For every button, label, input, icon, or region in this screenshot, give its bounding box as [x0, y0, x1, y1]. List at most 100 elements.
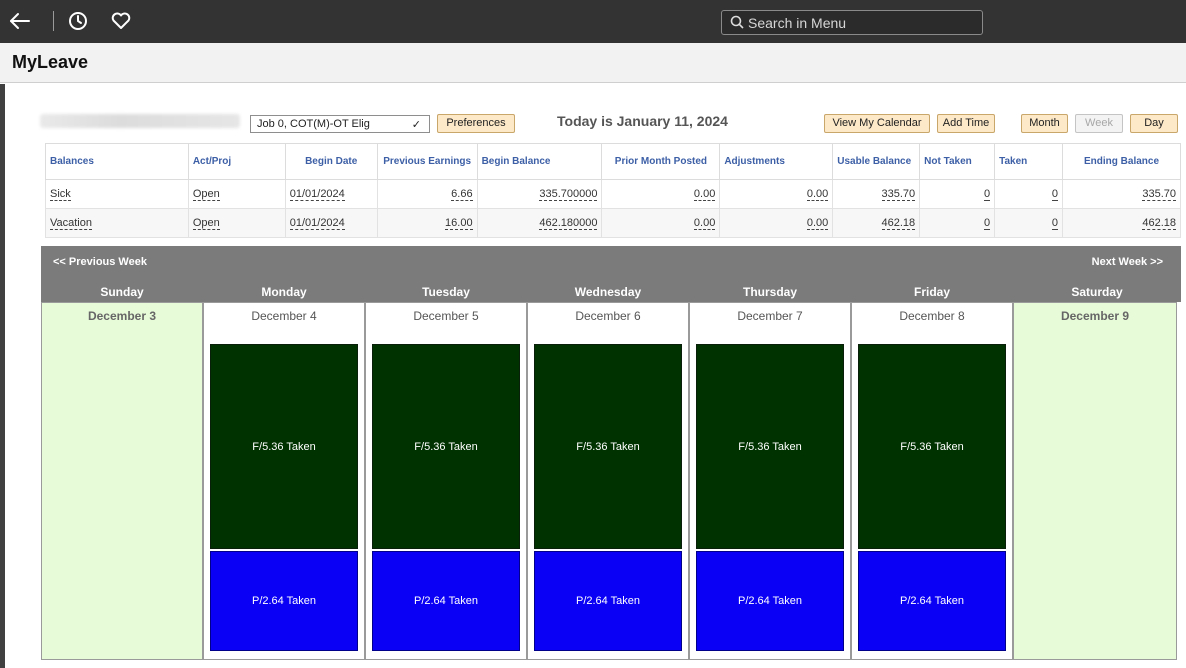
partial-leave-block[interactable]: P/2.64 Taken [534, 551, 682, 651]
month-view-button[interactable]: Month [1021, 114, 1068, 133]
day-name-tuesday: Tuesday [422, 285, 470, 299]
col-header: Not Taken [919, 143, 996, 180]
redacted-employee-name [40, 114, 240, 128]
col-header: Act/Proj [187, 143, 286, 180]
toolbar-divider [53, 11, 54, 31]
day-cell-saturday[interactable]: December 9 [1013, 302, 1177, 660]
previous-week-link[interactable]: << Previous Week [53, 256, 147, 268]
calendar-header: << Previous Week Next Week >> Sunday Mon… [41, 246, 1181, 302]
day-cell-thursday[interactable]: December 7 F/5.36 Taken P/2.64 Taken [689, 302, 851, 660]
prior-month-posted-link[interactable]: 0.00 [693, 217, 716, 230]
day-cell-friday[interactable]: December 8 F/5.36 Taken P/2.64 Taken [851, 302, 1013, 660]
leave-block-label: F/5.36 Taken [252, 440, 316, 453]
day-name-thursday: Thursday [742, 285, 797, 299]
day-cell-wednesday[interactable]: December 6 F/5.36 Taken P/2.64 Taken [527, 302, 689, 660]
day-name-wednesday: Wednesday [574, 285, 642, 299]
top-navigation-bar [0, 0, 1186, 43]
previous-earnings-link[interactable]: 16.00 [445, 217, 473, 230]
partial-leave-block[interactable]: P/2.64 Taken [210, 551, 358, 651]
ending-balance-link[interactable]: 462.18 [1142, 217, 1176, 230]
ending-balance-link[interactable]: 335.70 [1142, 188, 1176, 201]
day-date: December 4 [251, 309, 317, 323]
prior-month-posted-link[interactable]: 0.00 [693, 188, 716, 201]
leave-block-label: P/2.64 Taken [575, 595, 640, 607]
job-select[interactable]: Job 0, COT(M)-OT Elig ✓ [250, 115, 430, 133]
leave-block-label: P/2.64 Taken [737, 595, 802, 607]
next-week-link[interactable]: Next Week >> [1092, 256, 1163, 268]
act-proj-link[interactable]: Open [192, 188, 220, 201]
search-icon [730, 15, 744, 29]
week-view-button: Week [1075, 114, 1123, 133]
view-my-calendar-button[interactable]: View My Calendar [824, 114, 930, 133]
day-date: December 3 [87, 309, 157, 323]
search-box[interactable] [721, 10, 983, 35]
col-header: Balances [45, 143, 189, 180]
main-content: Job 0, COT(M)-OT Elig ✓ Preferences Toda… [0, 84, 1186, 668]
leave-balances-table: Balances Act/Proj Begin Date Previous Ea… [45, 143, 1181, 238]
begin-date-link[interactable]: 01/01/2024 [289, 188, 345, 201]
col-header: Begin Balance [476, 143, 603, 180]
previous-earnings-link[interactable]: 6.66 [451, 188, 473, 201]
leave-block-label: P/2.64 Taken [413, 595, 478, 607]
day-name-saturday: Saturday [1071, 285, 1123, 299]
leave-block-label: F/5.36 Taken [900, 440, 964, 453]
weekly-calendar: << Previous Week Next Week >> Sunday Mon… [41, 246, 1181, 664]
leave-block-label: F/5.36 Taken [414, 440, 478, 453]
taken-link[interactable]: 0 [1051, 188, 1059, 201]
full-day-leave-block[interactable]: F/5.36 Taken [372, 344, 520, 549]
page-title: MyLeave [12, 52, 89, 72]
col-header: Taken [994, 143, 1064, 180]
day-name-monday: Monday [261, 285, 307, 299]
adjustments-link[interactable]: 0.00 [806, 217, 829, 230]
balances-header-row: Balances Act/Proj Begin Date Previous Ea… [45, 143, 1181, 180]
act-proj-link[interactable]: Open [192, 217, 220, 230]
leave-block-label: F/5.36 Taken [738, 440, 802, 453]
partial-leave-block[interactable]: P/2.64 Taken [372, 551, 520, 651]
begin-balance-link[interactable]: 335.700000 [539, 188, 598, 201]
full-day-leave-block[interactable]: F/5.36 Taken [534, 344, 682, 549]
job-select-value: Job 0, COT(M)-OT Elig [257, 118, 370, 130]
table-row: Sick Open 01/01/2024 6.66 335.700000 0.0… [45, 179, 1181, 209]
day-view-button[interactable]: Day [1130, 114, 1178, 133]
full-day-leave-block[interactable]: F/5.36 Taken [210, 344, 358, 549]
dropdown-chevron-icon: ✓ [411, 119, 421, 131]
leave-block-label: P/2.64 Taken [251, 595, 316, 607]
usable-balance-link[interactable]: 335.70 [881, 188, 916, 201]
not-taken-link[interactable]: 0 [983, 188, 991, 201]
day-date: December 9 [1060, 309, 1130, 323]
not-taken-link[interactable]: 0 [983, 217, 991, 230]
taken-link[interactable]: 0 [1051, 217, 1059, 230]
page-title-bar: MyLeave [0, 43, 1186, 83]
partial-leave-block[interactable]: P/2.64 Taken [696, 551, 844, 651]
preferences-button[interactable]: Preferences [437, 114, 515, 133]
col-header: Adjustments [719, 143, 834, 180]
add-time-button[interactable]: Add Time [937, 114, 995, 133]
full-day-leave-block[interactable]: F/5.36 Taken [696, 344, 844, 549]
leave-block-label: F/5.36 Taken [576, 440, 640, 453]
col-header: Begin Date [284, 143, 378, 180]
favorites-heart-icon[interactable] [109, 9, 133, 33]
usable-balance-link[interactable]: 462.18 [881, 217, 916, 230]
balance-type-link[interactable]: Vacation [50, 217, 92, 230]
search-input[interactable] [748, 13, 978, 32]
day-date: December 5 [413, 309, 479, 323]
col-header: Usable Balance [832, 143, 921, 180]
day-cell-tuesday[interactable]: December 5 F/5.36 Taken P/2.64 Taken [365, 302, 527, 660]
back-arrow-icon[interactable] [8, 9, 32, 33]
day-date: December 7 [737, 309, 803, 323]
full-day-leave-block[interactable]: F/5.36 Taken [858, 344, 1006, 549]
day-cell-sunday[interactable]: December 3 [41, 302, 203, 660]
day-cell-monday[interactable]: December 4 F/5.36 Taken P/2.64 Taken [203, 302, 365, 660]
partial-leave-block[interactable]: P/2.64 Taken [858, 551, 1006, 651]
balance-type-link[interactable]: Sick [50, 188, 71, 201]
day-name-friday: Friday [913, 285, 950, 299]
adjustments-link[interactable]: 0.00 [806, 188, 829, 201]
col-header: Prior Month Posted [601, 143, 721, 180]
day-date: December 6 [575, 309, 641, 323]
day-date: December 8 [899, 309, 965, 323]
begin-balance-link[interactable]: 462.180000 [539, 217, 598, 230]
today-date-label: Today is January 11, 2024 [557, 113, 728, 129]
begin-date-link[interactable]: 01/01/2024 [289, 217, 345, 230]
history-clock-icon[interactable] [66, 9, 90, 33]
col-header: Ending Balance [1062, 143, 1181, 180]
